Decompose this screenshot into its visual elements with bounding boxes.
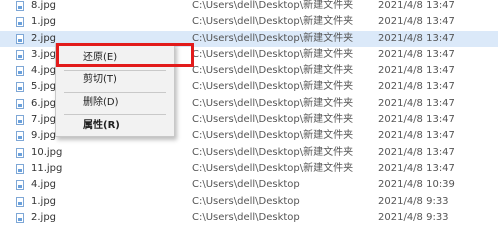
jpg-file-icon [16, 66, 24, 77]
file-name: 1.jpg [31, 195, 57, 207]
date-deleted: 2021/4/8 13:47 [378, 97, 455, 109]
original-location: C:\Users\dell\Desktop\新建文件夹 [192, 97, 354, 109]
jpg-file-icon [16, 115, 24, 126]
file-name: 3.jpg [31, 48, 57, 60]
menu-separator [64, 114, 166, 115]
date-deleted: 2021/4/8 13:47 [378, 81, 455, 93]
date-deleted: 2021/4/8 10:39 [378, 179, 455, 191]
original-location: C:\Users\dell\Desktop [192, 179, 300, 191]
original-location: C:\Users\dell\Desktop\新建文件夹 [192, 48, 354, 60]
jpg-file-icon [16, 147, 24, 158]
file-row[interactable]: 8.jpg C:\Users\dell\Desktop\新建文件夹 2021/4… [0, 0, 498, 14]
original-location: C:\Users\dell\Desktop\新建文件夹 [192, 130, 354, 142]
date-deleted: 2021/4/8 9:33 [378, 195, 449, 207]
date-deleted: 2021/4/8 13:47 [378, 0, 455, 11]
original-location: C:\Users\dell\Desktop\新建文件夹 [192, 146, 354, 158]
jpg-file-icon [16, 196, 24, 207]
jpg-file-icon [16, 17, 24, 28]
file-name: 8.jpg [31, 0, 57, 11]
file-row[interactable]: 10.jpg C:\Users\dell\Desktop\新建文件夹 2021/… [0, 145, 498, 161]
file-name: 2.jpg [31, 32, 57, 44]
menu-item-label: 属性(R) [83, 120, 120, 131]
jpg-file-icon [16, 163, 24, 174]
file-name: 4.jpg [31, 179, 57, 191]
original-location: C:\Users\dell\Desktop\新建文件夹 [192, 32, 354, 44]
jpg-file-icon [16, 131, 24, 142]
file-row[interactable]: 4.jpg C:\Users\dell\Desktop 2021/4/8 10:… [0, 177, 498, 193]
menu-item-cut[interactable]: 剪切(T) [56, 71, 174, 89]
original-location: C:\Users\dell\Desktop\新建文件夹 [192, 0, 354, 11]
jpg-file-icon [16, 212, 24, 223]
date-deleted: 2021/4/8 13:47 [378, 48, 455, 60]
original-location: C:\Users\dell\Desktop\新建文件夹 [192, 162, 354, 174]
original-location: C:\Users\dell\Desktop [192, 195, 300, 207]
menu-item-label: 删除(D) [83, 97, 119, 108]
original-location: C:\Users\dell\Desktop\新建文件夹 [192, 16, 354, 28]
restore-highlight-box [56, 43, 194, 67]
jpg-file-icon [16, 1, 24, 11]
menu-item-delete[interactable]: 删除(D) [56, 94, 174, 112]
file-row[interactable]: 2.jpg C:\Users\dell\Desktop 2021/4/8 9:3… [0, 210, 498, 226]
file-row[interactable]: 1.jpg C:\Users\dell\Desktop 2021/4/8 9:3… [0, 194, 498, 210]
jpg-file-icon [16, 82, 24, 93]
original-location: C:\Users\dell\Desktop\新建文件夹 [192, 81, 354, 93]
menu-item-label: 剪切(T) [83, 74, 117, 85]
file-name: 7.jpg [31, 114, 57, 126]
file-name: 5.jpg [31, 81, 57, 93]
file-name: 6.jpg [31, 97, 57, 109]
file-name: 11.jpg [31, 162, 63, 174]
file-row[interactable]: 11.jpg C:\Users\dell\Desktop\新建文件夹 2021/… [0, 161, 498, 177]
file-row[interactable]: 1.jpg C:\Users\dell\Desktop\新建文件夹 2021/4… [0, 14, 498, 30]
date-deleted: 2021/4/8 13:47 [378, 146, 455, 158]
jpg-file-icon [16, 33, 24, 44]
file-name: 9.jpg [31, 130, 57, 142]
original-location: C:\Users\dell\Desktop\新建文件夹 [192, 114, 354, 126]
menu-item-properties[interactable]: 属性(R) [56, 117, 174, 135]
original-location: C:\Users\dell\Desktop [192, 211, 300, 223]
date-deleted: 2021/4/8 13:47 [378, 16, 455, 28]
file-name: 2.jpg [31, 211, 57, 223]
menu-separator [64, 92, 166, 93]
file-name: 1.jpg [31, 16, 57, 28]
jpg-file-icon [16, 180, 24, 191]
file-name: 10.jpg [31, 146, 63, 158]
file-name: 4.jpg [31, 65, 57, 77]
date-deleted: 2021/4/8 13:47 [378, 114, 455, 126]
date-deleted: 2021/4/8 13:47 [378, 130, 455, 142]
jpg-file-icon [16, 49, 24, 60]
original-location: C:\Users\dell\Desktop\新建文件夹 [192, 65, 354, 77]
date-deleted: 2021/4/8 13:47 [378, 162, 455, 174]
date-deleted: 2021/4/8 13:47 [378, 65, 455, 77]
date-deleted: 2021/4/8 13:47 [378, 32, 455, 44]
jpg-file-icon [16, 98, 24, 109]
date-deleted: 2021/4/8 9:33 [378, 211, 449, 223]
